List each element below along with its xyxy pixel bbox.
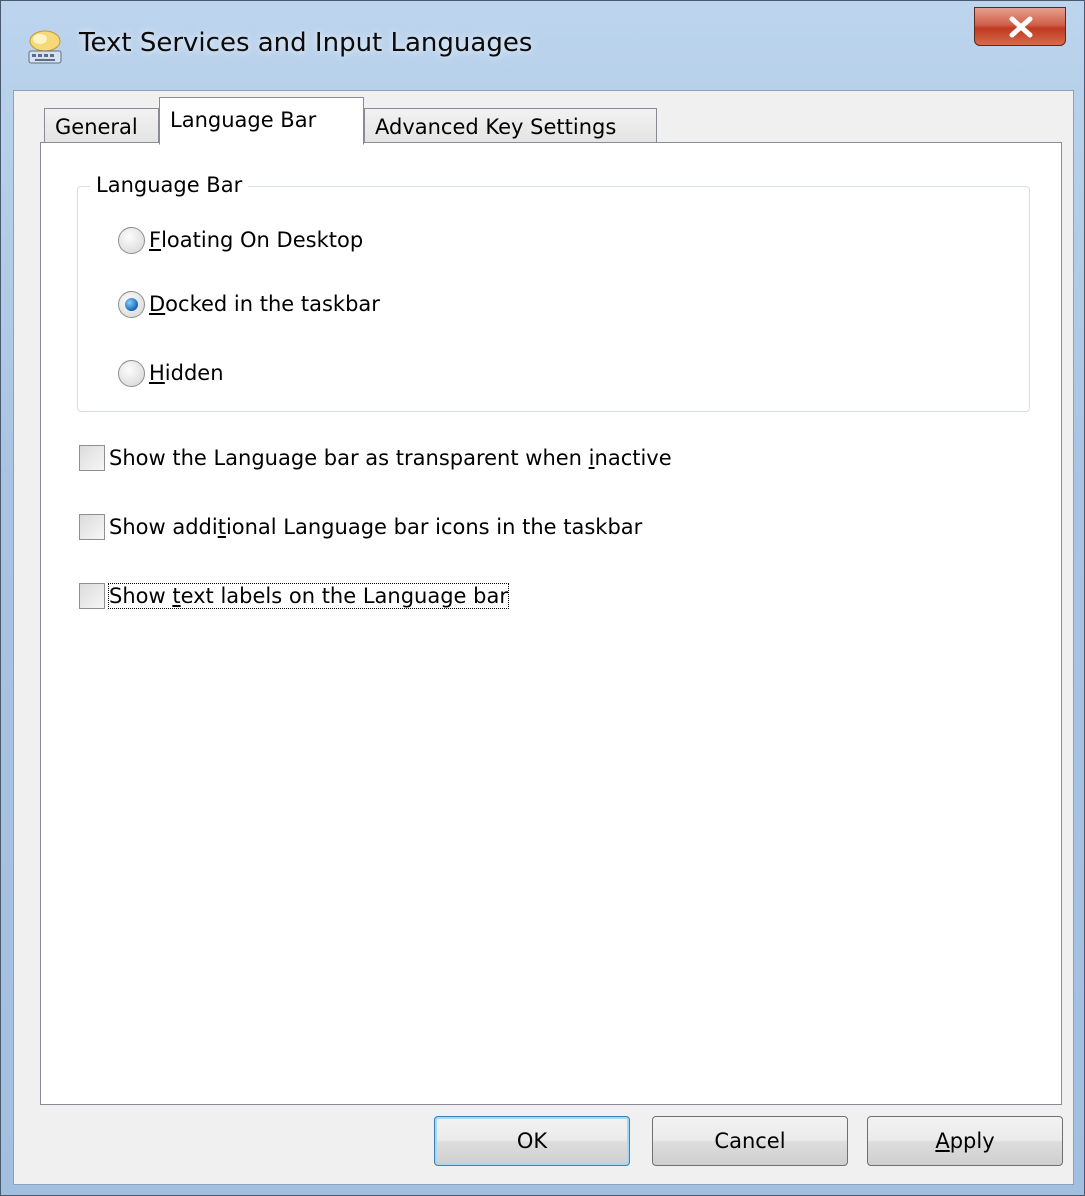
radio-label: Docked in the taskbar [149,292,380,316]
checkbox-label: Show the Language bar as transparent whe… [109,446,672,470]
radio-docked-in-taskbar[interactable]: Docked in the taskbar [118,289,380,319]
close-button[interactable] [974,7,1066,46]
dialog-client-area: General Language Bar Advanced Key Settin… [13,90,1074,1185]
dialog-window: Text Services and Input Languages Genera… [0,0,1085,1196]
radio-hidden[interactable]: Hidden [118,358,224,388]
checkbox-additional-icons[interactable]: Show additional Language bar icons in th… [79,511,642,543]
radio-label: Floating On Desktop [149,228,364,252]
group-title: Language Bar [90,173,249,197]
checkbox[interactable] [79,583,105,609]
close-x-icon [1009,16,1033,38]
tab-label: Language Bar [170,108,317,132]
checkbox-label: Show text labels on the Language bar [108,583,509,609]
radio-button[interactable] [118,226,145,254]
window-title: Text Services and Input Languages [79,28,533,58]
keyboard-cloud-icon [26,29,64,65]
ok-button[interactable]: OK [434,1116,630,1166]
checkbox-label: Show additional Language bar icons in th… [109,515,643,539]
button-label: OK [516,1129,548,1153]
tab-advanced-key-settings[interactable]: Advanced Key Settings [364,108,657,144]
checkbox[interactable] [79,445,105,471]
radio-button[interactable] [118,290,145,318]
button-label: Cancel [714,1129,786,1153]
checkbox-transparent-when-inactive[interactable]: Show the Language bar as transparent whe… [79,442,672,474]
radio-label: Hidden [149,361,224,385]
button-label: Apply [935,1129,995,1153]
title-bar[interactable]: Text Services and Input Languages [1,1,1084,91]
radio-floating-on-desktop[interactable]: Floating On Desktop [118,225,363,255]
cancel-button[interactable]: Cancel [652,1116,848,1166]
apply-button[interactable]: Apply [867,1116,1063,1166]
tab-general[interactable]: General [44,108,159,144]
checkbox-text-labels[interactable]: Show text labels on the Language bar [79,580,509,612]
tab-label: General [55,115,138,139]
tab-language-bar[interactable]: Language Bar [159,97,364,145]
tab-panel: Language Bar Floating On Desktop Docked … [40,142,1062,1105]
radio-button[interactable] [118,359,145,387]
language-bar-group: Language Bar Floating On Desktop Docked … [77,173,1030,412]
checkbox[interactable] [79,514,105,540]
tab-label: Advanced Key Settings [375,115,617,139]
